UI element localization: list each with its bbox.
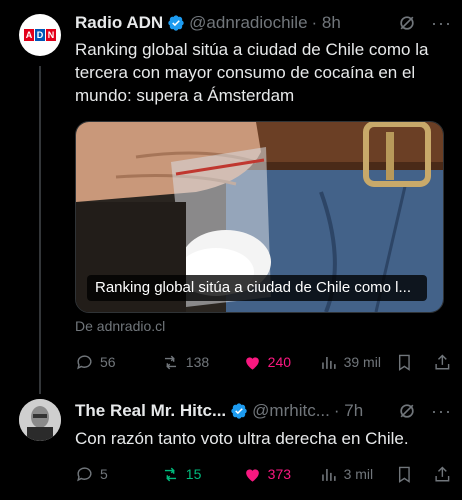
tweet1-header: Radio ADN @adnradiochile · 8h ··· — [75, 12, 452, 34]
repost-icon — [164, 355, 176, 369]
reply-count: 5 — [100, 466, 108, 482]
repost-icon — [164, 467, 176, 481]
like-heart-icon — [245, 468, 259, 482]
views-button[interactable]: 3 mil — [319, 465, 395, 484]
reply-button[interactable]: 56 — [75, 353, 161, 372]
adn-logo: A D N — [24, 29, 56, 41]
link-source[interactable]: De adnradio.cl — [75, 318, 165, 334]
tweet1-actions: 56 138 240 39 mil — [75, 350, 452, 374]
like-heart-icon — [245, 356, 259, 370]
thread-line — [39, 66, 41, 394]
views-icon — [321, 468, 336, 481]
grok-icon[interactable] — [397, 401, 417, 421]
author-name[interactable]: The Real Mr. Hitc... — [75, 401, 226, 421]
author-handle[interactable]: @adnradiochile — [189, 13, 307, 33]
verified-badge-icon — [231, 403, 247, 419]
repost-button[interactable]: 15 — [161, 465, 243, 484]
more-options-icon[interactable]: ··· — [431, 13, 452, 34]
author-name[interactable]: Radio ADN — [75, 13, 163, 33]
views-button[interactable]: 39 mil — [319, 353, 395, 372]
share-icon[interactable] — [433, 465, 452, 484]
views-icon — [321, 356, 336, 369]
tweet1-text: Ranking global sitúa a ciudad de Chile c… — [75, 40, 429, 105]
author-handle[interactable]: @mrhitc... — [252, 401, 330, 421]
views-count: 3 mil — [343, 466, 374, 482]
like-button[interactable]: 373 — [243, 465, 319, 484]
reply-count: 56 — [100, 354, 116, 370]
verified-badge-icon — [168, 15, 184, 31]
share-icon[interactable] — [433, 353, 452, 372]
repost-count: 15 — [185, 466, 202, 482]
bookmark-icon[interactable] — [395, 465, 414, 484]
timestamp[interactable]: · 8h — [312, 13, 341, 33]
radio-adn-avatar[interactable]: A D N — [19, 14, 61, 56]
repost-count: 138 — [185, 354, 210, 370]
card-caption: Ranking global sitúa a ciudad de Chile c… — [87, 275, 427, 301]
reply-icon — [77, 466, 92, 481]
like-button[interactable]: 240 — [243, 353, 319, 372]
link-card[interactable]: Ranking global sitúa a ciudad de Chile c… — [75, 121, 444, 313]
repost-button[interactable]: 138 — [161, 353, 243, 372]
mr-hitc-avatar[interactable] — [19, 399, 61, 441]
tweet2-actions: 5 15 373 3 mil — [75, 462, 452, 486]
bookmark-icon[interactable] — [395, 353, 414, 372]
reply-icon — [77, 354, 92, 369]
avatar-photo — [19, 399, 61, 441]
like-count: 373 — [267, 466, 292, 482]
like-count: 240 — [267, 354, 292, 370]
tweet2-text: Con razón tanto voto ultra derecha en Ch… — [75, 429, 409, 448]
reply-button[interactable]: 5 — [75, 465, 161, 484]
tweet2-header: The Real Mr. Hitc... @mrhitc... · 7h ··· — [75, 400, 452, 422]
grok-icon[interactable] — [397, 13, 417, 33]
more-options-icon[interactable]: ··· — [431, 401, 452, 422]
timestamp[interactable]: · 7h — [334, 401, 363, 421]
views-count: 39 mil — [343, 354, 381, 370]
